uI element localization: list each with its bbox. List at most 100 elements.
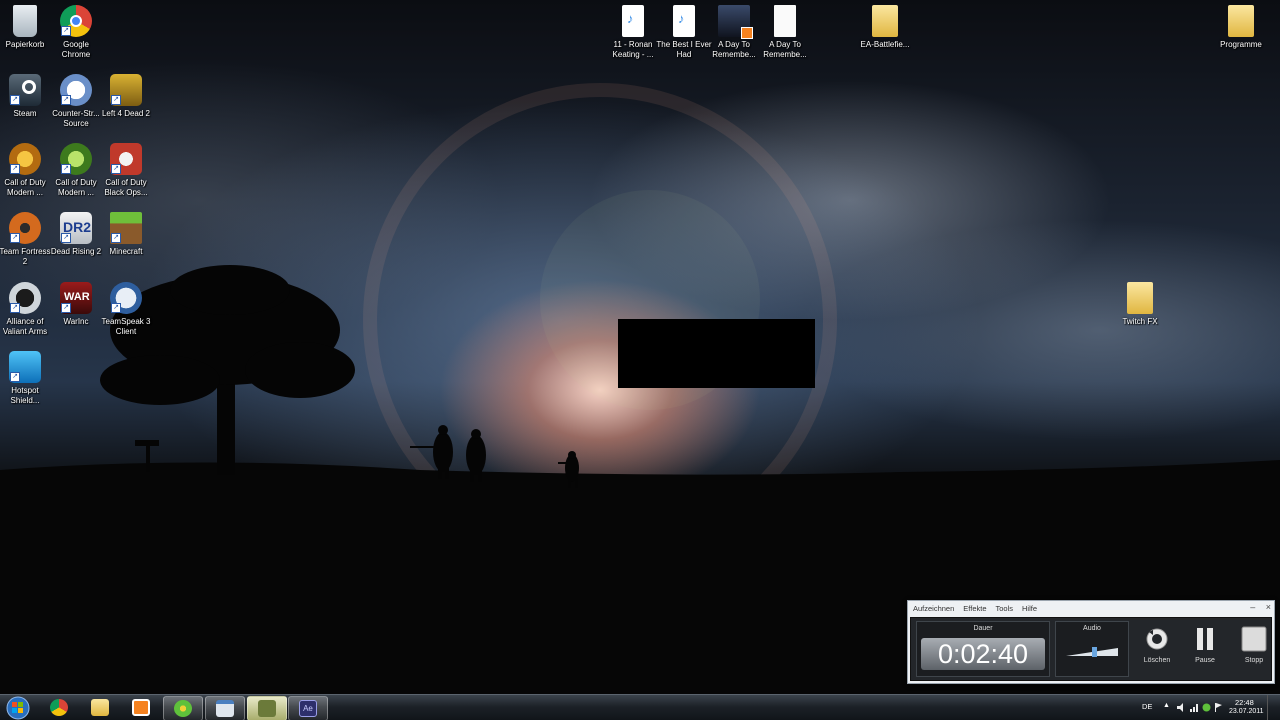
audio-file-icon: ♪	[622, 5, 644, 37]
screen-recorder-window[interactable]: Aufzeichnen Effekte Tools Hilfe – × Daue…	[907, 600, 1275, 684]
video-thumb-icon	[718, 5, 753, 39]
shortcut-arrow-icon: ↗	[10, 164, 20, 174]
deadrising-icon: DR2 ↗	[60, 212, 92, 244]
desktop-icon-google-chrome[interactable]: ↗ Google Chrome	[48, 5, 104, 60]
clock-date[interactable]: 23.07.2011	[1229, 708, 1264, 715]
desktop-icon-steam[interactable]: ↗ Steam	[0, 74, 53, 119]
windows-orb-icon	[6, 696, 30, 720]
taskbar-media-player[interactable]	[122, 696, 160, 719]
system-tray: DE ▲ 22:48 23.07.2011	[1130, 695, 1280, 720]
explorer-folder-icon	[91, 699, 109, 716]
desktop-icon-cod-mw2[interactable]: ↗ Call of Duty Modern ...	[48, 143, 104, 198]
delete-reset-icon	[1137, 624, 1177, 654]
desktop-icon-dead-rising-2[interactable]: DR2 ↗ Dead Rising 2	[48, 212, 104, 257]
teamspeak-icon: ↗	[110, 282, 142, 314]
desktop-icon-best-i-ever-had-audio[interactable]: ♪ The Best I Ever Had	[656, 5, 712, 60]
menu-hilfe[interactable]: Hilfe	[1022, 604, 1037, 613]
stop-button[interactable]: Stopp	[1234, 624, 1274, 664]
desktop-icon-cod-blackops[interactable]: ↗ Call of Duty Black Ops...	[98, 143, 154, 198]
shortcut-arrow-icon: ↗	[111, 164, 121, 174]
desktop-icon-warinc[interactable]: WAR ↗ WarInc	[48, 282, 104, 327]
cod-mw-icon: ↗	[9, 143, 41, 175]
taskbar-recorder-app[interactable]	[247, 696, 287, 720]
desktop-icon-papierkorb[interactable]: Papierkorb	[0, 5, 53, 50]
audio-file-icon: ♪	[673, 5, 695, 37]
desktop-icon-hotspot-shield[interactable]: ↗ Hotspot Shield...	[0, 351, 53, 406]
menu-aufzeichnen[interactable]: Aufzeichnen	[913, 604, 954, 613]
action-center-flag-icon[interactable]	[1214, 703, 1223, 712]
taskbar-explorer[interactable]	[81, 696, 119, 719]
shortcut-arrow-icon: ↗	[61, 164, 71, 174]
clock-time[interactable]: 22:48	[1235, 698, 1254, 707]
desktop-icon-tf2[interactable]: ↗ Team Fortress 2	[0, 212, 53, 267]
shortcut-arrow-icon: ↗	[61, 95, 71, 105]
recycle-bin-icon	[13, 5, 37, 37]
shortcut-arrow-icon: ↗	[61, 233, 71, 243]
recorder-menu-bar: Aufzeichnen Effekte Tools Hilfe	[908, 601, 1274, 615]
folder-icon	[1127, 282, 1153, 314]
desktop-icon-ea-battlefield-folder[interactable]: EA-Battlefie...	[857, 5, 913, 50]
redacted-region	[618, 319, 815, 388]
minimize-button[interactable]: –	[1250, 602, 1255, 612]
shortcut-arrow-icon: ↗	[10, 303, 20, 313]
chrome-icon: ↗	[60, 5, 92, 37]
desktop-icon-minecraft[interactable]: ↗ Minecraft	[98, 212, 154, 257]
duration-display: 0:02:40	[921, 638, 1045, 670]
folder-icon	[1228, 5, 1254, 37]
desktop-icon-twitch-fx-folder[interactable]: Twitch FX	[1112, 282, 1168, 327]
show-hidden-icons-button[interactable]: ▲	[1163, 702, 1170, 709]
shortcut-arrow-icon: ↗	[10, 372, 20, 382]
blank-file-icon	[774, 5, 796, 37]
taskbar: Ae DE ▲ 22:48 23.07.2011	[0, 694, 1280, 720]
start-button[interactable]	[4, 696, 32, 720]
desktop-icon-cod-mw[interactable]: ↗ Call of Duty Modern ...	[0, 143, 53, 198]
minecraft-icon: ↗	[110, 212, 142, 244]
delete-button[interactable]: Löschen	[1137, 624, 1177, 664]
desktop-icon-programme-folder[interactable]: Programme	[1213, 5, 1269, 50]
desktop-icon-left4dead2[interactable]: ↗ Left 4 Dead 2	[98, 74, 154, 119]
folder-icon	[872, 5, 898, 37]
icq-icon	[174, 700, 192, 717]
shortcut-arrow-icon: ↗	[111, 233, 121, 243]
shortcut-arrow-icon: ↗	[61, 303, 71, 313]
recorder-app-icon	[258, 700, 276, 717]
desktop-icon-ava[interactable]: ↗ Alliance of Valiant Arms	[0, 282, 53, 337]
desktop-icon-teamspeak[interactable]: ↗ TeamSpeak 3 Client	[98, 282, 154, 337]
language-indicator[interactable]: DE	[1142, 702, 1152, 711]
duration-box: Dauer 0:02:40	[916, 621, 1050, 677]
close-button[interactable]: ×	[1266, 602, 1271, 612]
shortcut-arrow-icon: ↗	[111, 95, 121, 105]
recorder-window-buttons: – ×	[1242, 602, 1271, 612]
shortcut-arrow-icon: ↗	[10, 233, 20, 243]
pause-icon	[1185, 624, 1225, 654]
stop-icon	[1234, 624, 1274, 654]
cod-blackops-icon: ↗	[110, 143, 142, 175]
volume-icon[interactable]	[1177, 703, 1186, 712]
desktop-icon-a-day-to-remember-file[interactable]: A Day To Remembe...	[757, 5, 813, 60]
left4dead-icon: ↗	[110, 74, 142, 106]
cod-mw2-icon: ↗	[60, 143, 92, 175]
media-player-icon	[132, 699, 150, 716]
network-icon[interactable]	[1190, 703, 1199, 712]
desktop-icon-counter-strike[interactable]: ↗ Counter-Str... Source	[48, 74, 104, 129]
taskbar-icq[interactable]	[163, 696, 203, 720]
ava-icon: ↗	[9, 282, 41, 314]
taskbar-after-effects[interactable]: Ae	[288, 696, 328, 720]
show-desktop-button[interactable]	[1267, 695, 1280, 720]
menu-effekte[interactable]: Effekte	[963, 604, 986, 613]
after-effects-icon: Ae	[299, 700, 317, 717]
desktop-icon-a-day-to-remember-video[interactable]: A Day To Remembe...	[706, 5, 762, 60]
desktop-icon-ronan-keating-audio[interactable]: ♪ 11 - Ronan Keating - ...	[605, 5, 661, 60]
steam-icon: ↗	[9, 74, 41, 106]
tray-app-green-icon[interactable]	[1202, 703, 1211, 712]
taskbar-chrome[interactable]	[40, 696, 78, 719]
audio-level-slider[interactable]	[1066, 647, 1118, 657]
menu-tools[interactable]: Tools	[996, 604, 1014, 613]
taskbar-notepad[interactable]	[205, 696, 245, 720]
shortcut-arrow-icon: ↗	[10, 95, 20, 105]
recorder-panel: Dauer 0:02:40 Audio Löschen Pause Stopp	[910, 617, 1272, 681]
tf2-icon: ↗	[9, 212, 41, 244]
pause-button[interactable]: Pause	[1185, 624, 1225, 664]
chrome-icon	[50, 699, 68, 716]
audio-slider-thumb	[1092, 647, 1097, 657]
